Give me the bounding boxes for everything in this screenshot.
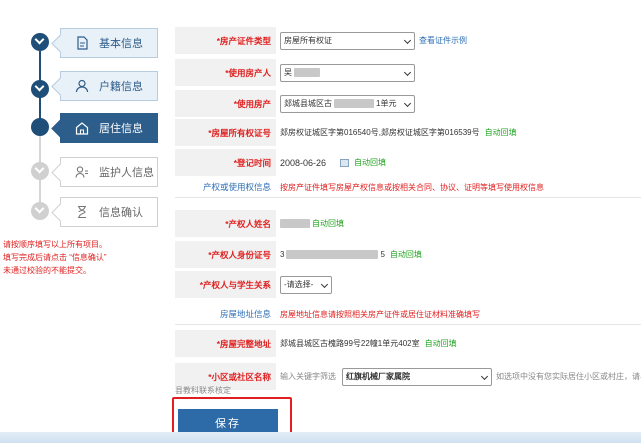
redacted-text	[286, 250, 379, 259]
step-guardian-info[interactable]: 监护人信息	[60, 157, 158, 187]
section-address-info: 房屋地址信息 房屋地址信息请按照相关房产证件或居住证材料准确填写	[175, 305, 641, 323]
form-row-cert-type: *房产证件类型 房屋所有权证 查看证件示例	[175, 27, 641, 54]
section-owner-info: 产权或使用权信息 按房产证件填写房屋产权信息或按相关合同、协议、证明等填写使用权…	[175, 178, 641, 196]
check-chevron-icon	[34, 81, 45, 92]
step-label: 居住信息	[99, 123, 143, 135]
chevron-icon	[34, 163, 45, 174]
form-row-owner-id: *产权人身份证号 3 5 自动回填	[175, 241, 641, 268]
hourglass-icon	[75, 205, 89, 219]
reg-time-label: *登记时间	[175, 149, 276, 176]
community-select[interactable]: 红旗机械厂家属院	[342, 367, 492, 386]
form-row-property: *使用房产 郯城县城区古 1单元	[175, 90, 641, 117]
step-residence-info[interactable]: 居住信息	[60, 113, 158, 143]
auto-fill-tag: 自动回填	[312, 219, 344, 228]
owner-id-label: *产权人身份证号	[175, 241, 276, 268]
auto-fill-tag: 自动回填	[484, 128, 517, 137]
cert-type-label: *房产证件类型	[175, 27, 276, 54]
form-row-cert-no: *房屋所有权证号 郯房权证城区字第016540号,郯房权证城区字第016539号…	[175, 119, 641, 146]
reg-time-value: 2008-06-26	[280, 157, 327, 168]
section-title: 产权或使用权信息	[202, 182, 271, 192]
auto-fill-tag: 自动回填	[389, 250, 422, 259]
cert-no-label: *房屋所有权证号	[175, 119, 276, 146]
document-icon	[75, 36, 89, 50]
step-basic-info[interactable]: 基本信息	[60, 28, 158, 58]
full-address-value: 郯城县城区古槐路99号22幢1单元402室	[280, 339, 420, 348]
step-node-done	[31, 80, 49, 98]
chevron-down-icon	[403, 36, 412, 44]
chevron-icon	[34, 203, 45, 214]
form-row-relation: *产权人与学生关系 -请选择-	[175, 271, 641, 298]
step-node-pending	[31, 162, 49, 180]
owner-name-label: *产权人姓名	[175, 210, 276, 237]
divider	[175, 324, 641, 325]
property-select[interactable]: 郯城县城区古 1单元	[280, 94, 415, 113]
user-select[interactable]: 吴	[280, 63, 415, 82]
step-label: 监护人信息	[99, 167, 154, 179]
divider	[175, 197, 641, 198]
cert-no-value: 郯房权证城区字第016540号,郯房权证城区字第016539号	[280, 128, 480, 137]
section-hint: 按房产证件填写房屋产权信息或按相关合同、协议、证明等填写使用权信息	[280, 182, 544, 192]
section-title: 房屋地址信息	[219, 309, 271, 319]
step-label: 信息确认	[99, 207, 143, 219]
relation-select[interactable]: -请选择-	[280, 275, 332, 294]
view-cert-example-link[interactable]: 查看证件示例	[419, 35, 467, 46]
step-node-pending	[31, 202, 49, 220]
step-node-done	[31, 33, 49, 51]
community-filter-input[interactable]: 输入关键字筛选	[280, 371, 336, 382]
auto-fill-tag: 自动回填	[424, 339, 457, 348]
bottom-bar	[0, 432, 641, 443]
form-row-user: *使用房产人 吴	[175, 59, 641, 86]
sidebar-instructions: 请按顺序填写以上所有项目。 填写完成后请点击 “信息确认” 未通过校验的不能提交…	[3, 238, 168, 277]
redacted-text	[294, 68, 320, 77]
property-value-prefix: 郯城县城区古	[284, 99, 332, 108]
owner-id-prefix: 3	[280, 250, 285, 259]
step-household-info[interactable]: 户籍信息	[60, 71, 158, 101]
chevron-down-icon	[403, 68, 412, 76]
form-row-reg-time: *登记时间 2008-06-26 自动回填	[175, 149, 641, 176]
community-hint-continued: 县教科联系核定	[175, 386, 231, 395]
chevron-down-icon	[480, 372, 489, 380]
cert-type-value: 房屋所有权证	[284, 36, 332, 45]
property-value-suffix: 1单元	[376, 99, 397, 108]
calendar-icon[interactable]	[340, 158, 350, 167]
community-value: 红旗机械厂家属院	[346, 372, 410, 381]
owner-id-suffix: 5	[380, 250, 385, 259]
redacted-text	[334, 99, 374, 108]
chevron-down-icon	[320, 280, 329, 288]
instruction-line: 填写完成后请点击 “信息确认”	[3, 253, 107, 262]
chevron-down-icon	[403, 99, 412, 107]
property-label: *使用房产	[175, 90, 276, 117]
relation-label: *产权人与学生关系	[175, 271, 276, 298]
section-hint: 房屋地址信息请按照相关房产证件或居住证材料准确填写	[280, 309, 480, 319]
step-node-active	[31, 118, 49, 136]
user-icon	[75, 79, 89, 93]
user-value: 吴	[284, 68, 292, 77]
redacted-text	[280, 219, 310, 228]
check-chevron-icon	[34, 34, 45, 45]
step-label: 户籍信息	[99, 81, 143, 93]
home-icon	[75, 121, 89, 135]
guardian-icon	[75, 165, 89, 179]
instruction-line: 未通过校验的不能提交。	[3, 266, 91, 275]
form-row-full-address: *房屋完整地址 郯城县城区古槐路99号22幢1单元402室 自动回填	[175, 330, 641, 357]
full-address-label: *房屋完整地址	[175, 330, 276, 357]
community-hint: 如选项中没有您实际居住小区或村庄，请与	[496, 372, 641, 381]
auto-fill-tag: 自动回填	[354, 158, 387, 167]
user-label: *使用房产人	[175, 59, 276, 86]
form-row-community: *小区或社区名称 输入关键字筛选 红旗机械厂家属院 如选项中没有您实际居住小区或…	[175, 363, 641, 390]
relation-value: -请选择-	[284, 280, 314, 289]
cert-type-select[interactable]: 房屋所有权证	[280, 31, 415, 50]
step-label: 基本信息	[99, 38, 143, 50]
instruction-line: 请按顺序填写以上所有项目。	[3, 240, 107, 249]
step-confirm-info[interactable]: 信息确认	[60, 197, 158, 227]
form-row-owner-name: *产权人姓名 自动回填	[175, 210, 641, 237]
